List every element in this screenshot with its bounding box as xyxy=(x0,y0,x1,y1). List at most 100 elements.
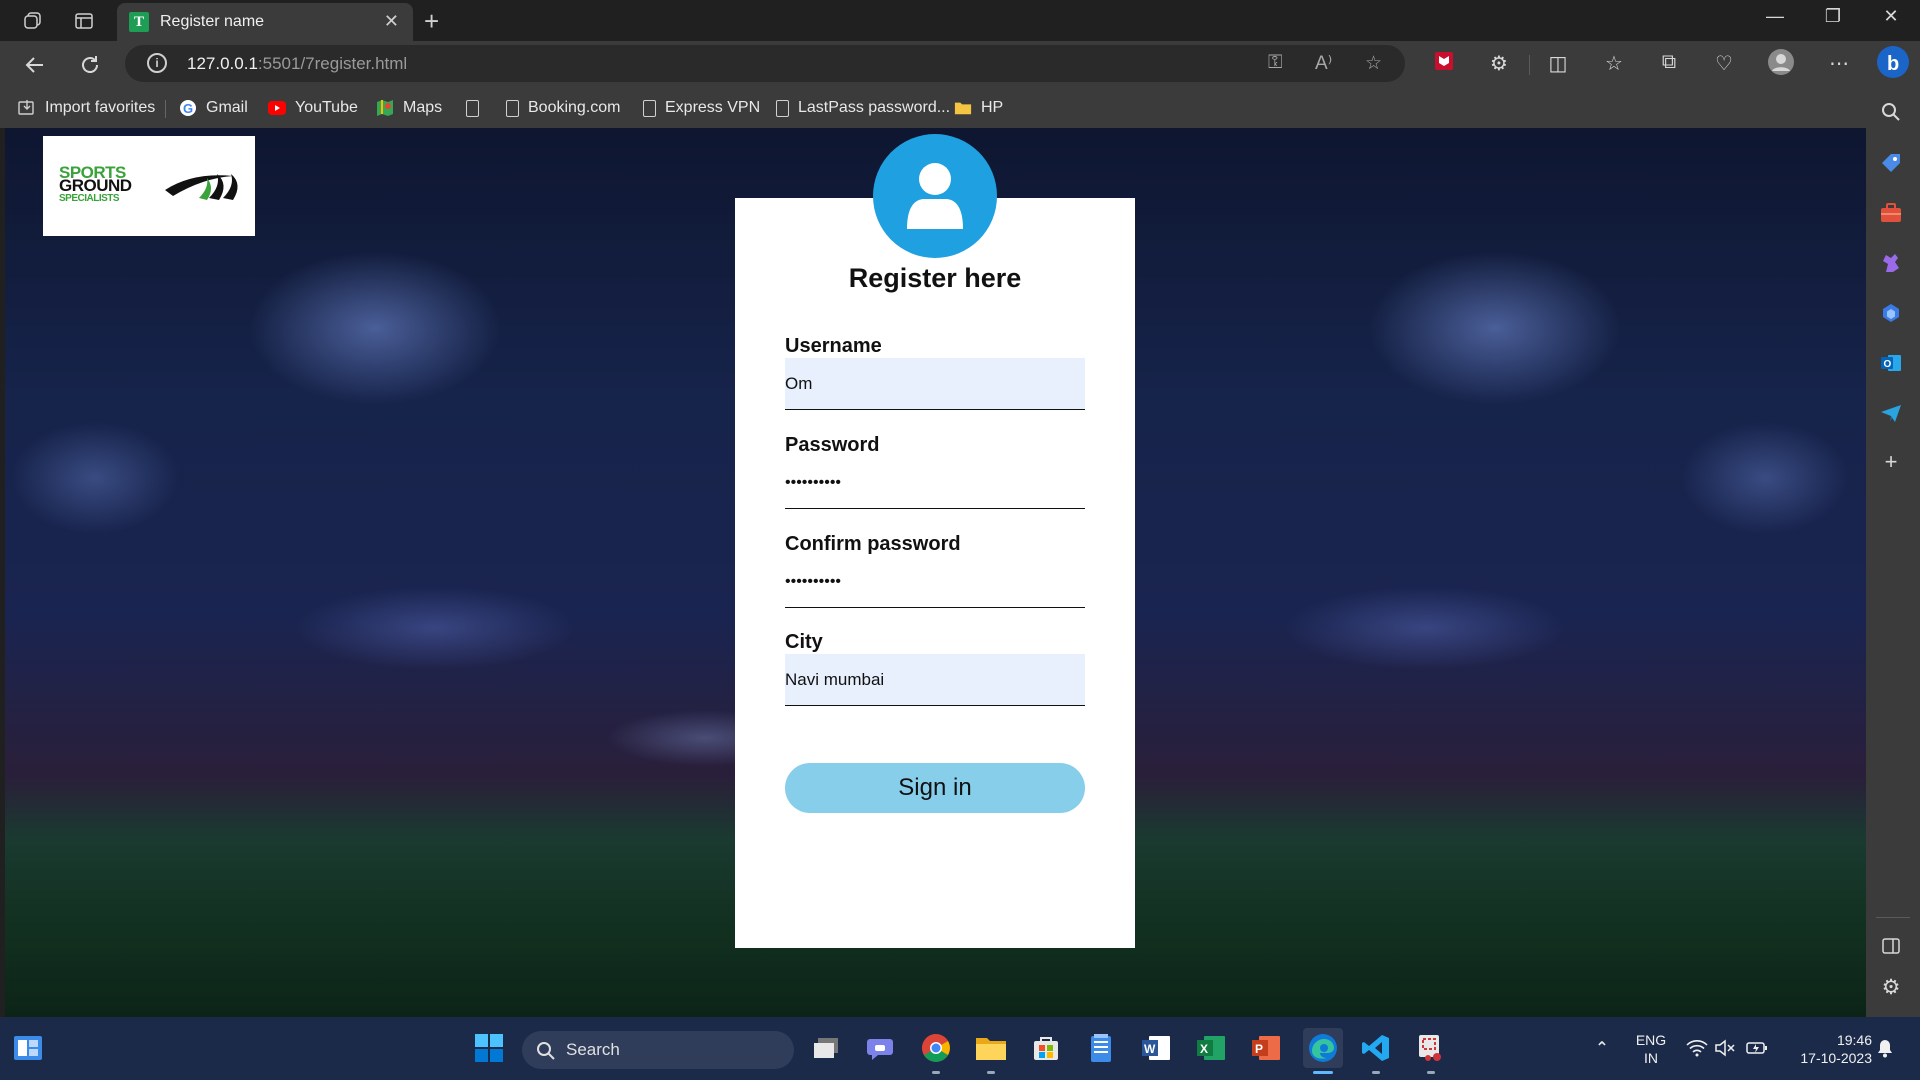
bookmark-gmail[interactable]: G Gmail xyxy=(179,97,248,119)
url-text[interactable]: 127.0.0.1:5501/7register.html xyxy=(187,54,407,74)
page-title: Register here xyxy=(848,263,1022,293)
volume-muted-icon[interactable] xyxy=(1708,1031,1742,1065)
extensions-icon[interactable]: ⚙ xyxy=(1485,51,1513,76)
file-explorer-icon[interactable] xyxy=(974,1031,1008,1065)
hide-sidebar-icon[interactable] xyxy=(1878,933,1904,959)
running-indicator xyxy=(1427,1071,1435,1074)
microsoft-store-icon[interactable] xyxy=(1029,1031,1063,1065)
bookmark-label: HP xyxy=(981,99,1004,116)
battery-icon[interactable] xyxy=(1740,1031,1774,1065)
confirm-password-input[interactable] xyxy=(785,556,1085,608)
bing-copilot-icon[interactable]: b xyxy=(1876,45,1909,85)
edge-sidebar: O + ⚙ xyxy=(1866,87,1920,1017)
favorite-star-icon[interactable]: ☆ xyxy=(1365,52,1382,75)
powerpoint-icon[interactable]: P xyxy=(1249,1031,1283,1065)
bookmark-label: LastPass password... xyxy=(798,99,951,116)
running-indicator xyxy=(932,1071,940,1074)
taskbar-search-box[interactable]: Search xyxy=(522,1031,794,1069)
clock-date[interactable]: 19:46 17-10-2023 xyxy=(1782,1031,1872,1067)
folder-icon xyxy=(954,99,972,117)
notifications-bell-icon[interactable] xyxy=(1868,1031,1902,1065)
city-input[interactable] xyxy=(785,654,1085,706)
address-bar[interactable]: i 127.0.0.1:5501/7register.html ⚿ A⁾ ☆ xyxy=(125,45,1405,82)
copilot-icon[interactable] xyxy=(1878,300,1904,326)
bookmark-import-favorites[interactable]: Import favorites xyxy=(18,97,155,119)
read-aloud-icon[interactable]: A⁾ xyxy=(1315,52,1332,75)
start-windows-icon[interactable] xyxy=(472,1031,506,1065)
clock-date-text: 17-10-2023 xyxy=(1800,1050,1872,1066)
sidebar-settings-icon[interactable]: ⚙ xyxy=(1878,974,1904,1000)
bookmark-booking[interactable]: Booking.com xyxy=(506,97,621,119)
minimize-icon[interactable]: — xyxy=(1755,6,1795,27)
key-icon[interactable]: ⚿ xyxy=(1268,52,1282,74)
windows-taskbar: Search W X P ⌃ ENG IN 19:46 17-10-2023 xyxy=(0,1017,1920,1080)
split-screen-icon[interactable]: ◫ xyxy=(1544,51,1572,76)
task-view-widgets-icon[interactable] xyxy=(11,1031,45,1065)
bookmark-express-vpn[interactable]: Express VPN xyxy=(643,97,760,119)
sidebar-search-icon[interactable] xyxy=(1878,99,1904,125)
teams-chat-icon[interactable] xyxy=(864,1031,898,1065)
youtube-icon xyxy=(268,99,286,117)
favorites-icon[interactable]: ☆ xyxy=(1600,51,1628,76)
outlook-icon[interactable]: O xyxy=(1878,350,1904,376)
tab-close-icon[interactable]: ✕ xyxy=(384,11,399,32)
task-view-icon[interactable] xyxy=(809,1031,843,1065)
restore-icon[interactable]: ❐ xyxy=(1813,6,1853,27)
svg-text:O: O xyxy=(1884,359,1892,370)
add-sidebar-app-icon[interactable]: + xyxy=(1878,449,1904,475)
word-icon[interactable]: W xyxy=(1139,1031,1173,1065)
refresh-icon[interactable] xyxy=(75,50,105,80)
close-window-icon[interactable]: ✕ xyxy=(1871,6,1911,27)
more-menu-icon[interactable]: ⋯ xyxy=(1825,51,1853,76)
profile-avatar[interactable] xyxy=(1767,48,1795,82)
clock-time: 19:46 xyxy=(1836,1032,1872,1048)
svg-text:P: P xyxy=(1255,1042,1263,1056)
tools-briefcase-icon[interactable] xyxy=(1878,200,1904,226)
bookmark-maps[interactable]: Maps xyxy=(376,97,442,119)
password-input[interactable] xyxy=(785,457,1085,509)
site-info-icon[interactable]: i xyxy=(147,53,167,73)
browser-essentials-icon[interactable]: ♡ xyxy=(1710,51,1738,76)
active-tab[interactable]: T Register name ✕ xyxy=(117,3,413,41)
mcafee-extension-icon[interactable] xyxy=(1430,51,1458,77)
vscode-icon[interactable] xyxy=(1359,1031,1393,1065)
notepad-icon[interactable] xyxy=(1084,1031,1118,1065)
bookmark-label: YouTube xyxy=(295,99,358,116)
page-icon xyxy=(776,99,789,117)
bookmark-label: Express VPN xyxy=(665,99,761,116)
workspaces-icon[interactable] xyxy=(20,8,46,34)
page-icon xyxy=(643,99,656,117)
bookmark-blank[interactable] xyxy=(466,97,479,119)
bookmark-label: Import favorites xyxy=(45,99,156,116)
back-icon[interactable] xyxy=(20,50,50,80)
bookmark-lastpass[interactable]: LastPass password... xyxy=(776,97,950,119)
sign-in-button[interactable]: Sign in xyxy=(785,763,1085,813)
bookmarks-divider xyxy=(165,100,166,118)
snipping-tool-icon[interactable] xyxy=(1414,1031,1448,1065)
show-hidden-icons-chevron-icon[interactable]: ⌃ xyxy=(1585,1031,1619,1065)
tab-actions-icon[interactable] xyxy=(71,8,97,34)
svg-text:G: G xyxy=(183,101,193,116)
games-icon[interactable] xyxy=(1878,250,1904,276)
bookmark-folder-hp[interactable]: HP xyxy=(954,97,1003,119)
svg-text:W: W xyxy=(1144,1042,1156,1056)
username-input[interactable] xyxy=(785,358,1085,410)
chrome-icon[interactable] xyxy=(919,1031,953,1065)
bookmark-label: Gmail xyxy=(206,99,248,116)
telegram-send-icon[interactable] xyxy=(1878,400,1904,426)
svg-text:X: X xyxy=(1200,1042,1208,1056)
import-icon xyxy=(18,99,36,117)
maps-icon xyxy=(376,99,394,117)
logo-swoosh-icon xyxy=(165,174,238,200)
excel-icon[interactable]: X xyxy=(1194,1031,1228,1065)
register-card: Register here Username Password Confirm … xyxy=(735,198,1135,948)
favorites-bar: Import favorites G Gmail YouTube Maps Bo… xyxy=(0,87,1920,128)
bookmark-youtube[interactable]: YouTube xyxy=(268,97,358,119)
edge-browser-icon[interactable] xyxy=(1303,1028,1343,1068)
collections-icon[interactable]: ⧉ xyxy=(1655,51,1683,74)
stadium-background: SPORTS GROUND SPECIALISTS Register here … xyxy=(5,128,1866,1017)
shopping-tag-icon[interactable] xyxy=(1878,150,1904,176)
language-indicator[interactable]: ENG IN xyxy=(1633,1031,1669,1067)
tab-title: Register name xyxy=(160,13,265,30)
new-tab-icon[interactable]: + xyxy=(424,6,439,37)
